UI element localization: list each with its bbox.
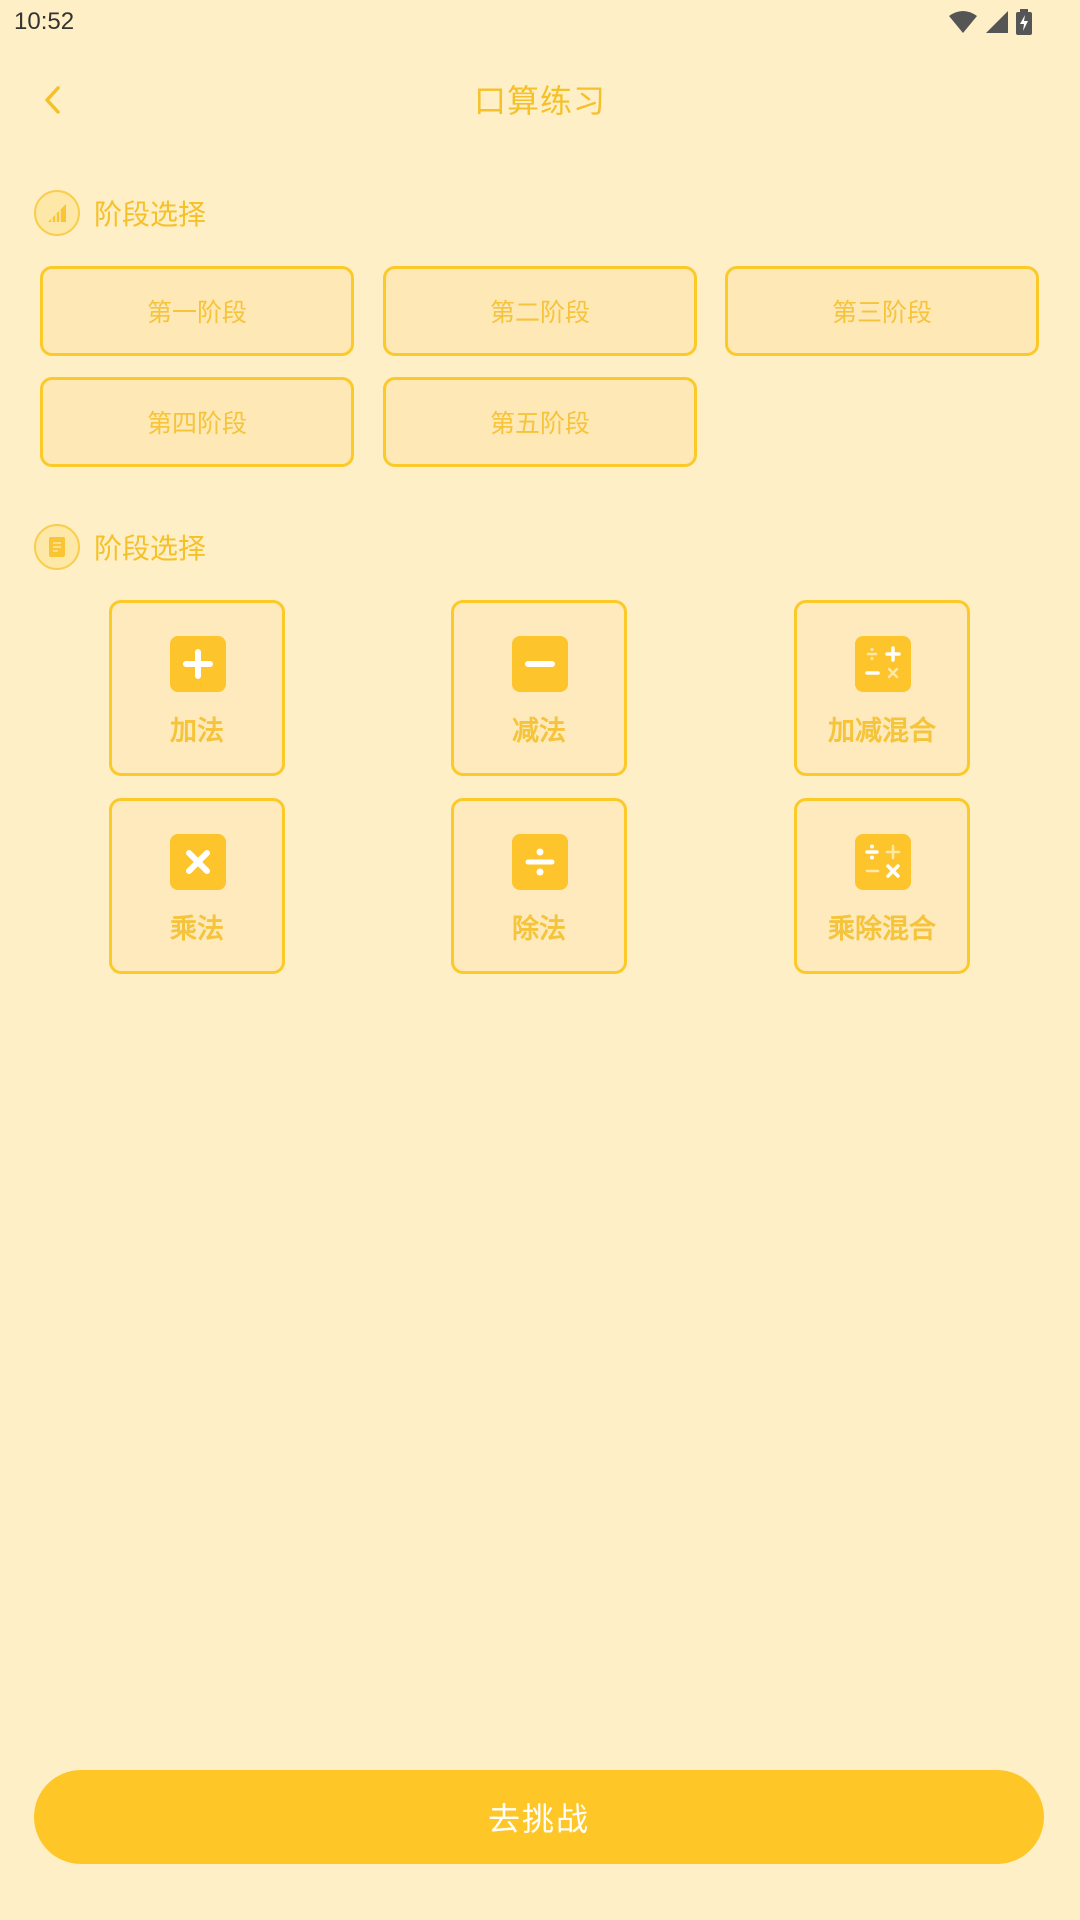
cellular-signal-icon (986, 11, 1008, 33)
operation-label: 加法 (170, 716, 224, 747)
stage-level-icon (34, 190, 80, 236)
worksheet-icon (34, 524, 80, 570)
operation-label: 减法 (512, 716, 566, 747)
operation-label: 加减混合 (828, 716, 936, 747)
mixed-operations-icon (855, 834, 911, 890)
operation-section-label: 阶段选择 (94, 532, 207, 565)
operation-card-add-subtract-mixed[interactable]: 加减混合 (794, 600, 970, 776)
stage-button-1[interactable]: 第一阶段 (40, 266, 354, 356)
operation-label: 乘除混合 (828, 914, 936, 945)
status-bar: 10:52 (0, 0, 1080, 44)
operation-card-subtraction[interactable]: 减法 (451, 600, 627, 776)
wifi-icon (949, 11, 977, 33)
top-bar: 口算练习 (0, 60, 1080, 140)
minus-icon (512, 636, 568, 692)
stage-button-4[interactable]: 第四阶段 (40, 377, 354, 467)
multiply-icon (170, 834, 226, 890)
plus-icon (170, 636, 226, 692)
mixed-operations-icon (855, 636, 911, 692)
page-title: 口算练习 (473, 82, 606, 120)
stage-button-3[interactable]: 第三阶段 (725, 266, 1039, 356)
stage-section-header: 阶段选择 (34, 188, 206, 238)
operation-card-addition[interactable]: 加法 (109, 600, 285, 776)
operation-label: 除法 (512, 914, 566, 945)
operation-card-multiplication[interactable]: 乘法 (109, 798, 285, 974)
operation-section-header: 阶段选择 (34, 522, 206, 572)
status-time: 10:52 (14, 8, 75, 35)
stage-button-5[interactable]: 第五阶段 (383, 377, 697, 467)
challenge-button[interactable]: 去挑战 (34, 1770, 1044, 1864)
stage-section-label: 阶段选择 (94, 198, 207, 231)
operation-label: 乘法 (170, 914, 224, 945)
stage-button-2[interactable]: 第二阶段 (383, 266, 697, 356)
operation-card-multiply-divide-mixed[interactable]: 乘除混合 (794, 798, 970, 974)
status-icons (948, 7, 1032, 37)
battery-icon (1016, 9, 1032, 35)
operation-card-division[interactable]: 除法 (451, 798, 627, 974)
divide-icon (512, 834, 568, 890)
